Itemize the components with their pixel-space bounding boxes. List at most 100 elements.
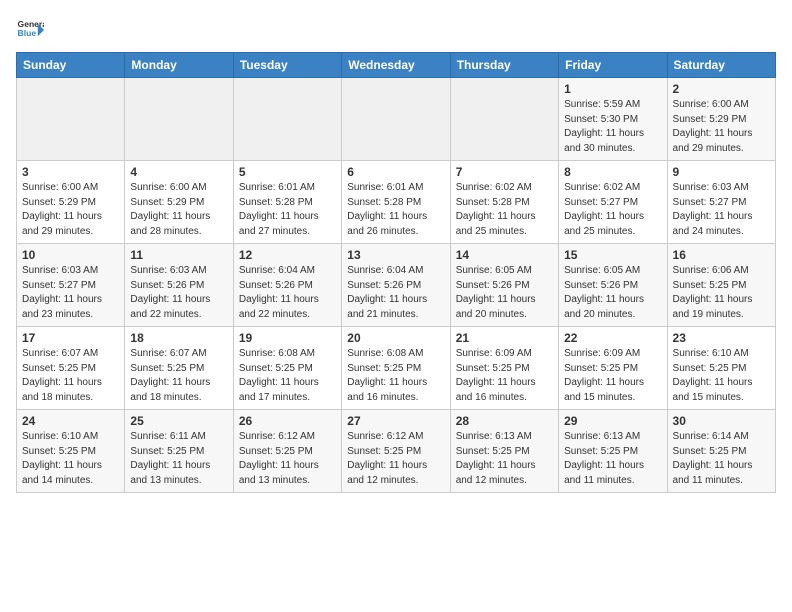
day-number: 4 <box>130 165 227 179</box>
logo-icon: General Blue <box>16 16 44 44</box>
day-info: Sunrise: 6:13 AM Sunset: 5:25 PM Dayligh… <box>564 430 661 488</box>
weekday-header-saturday: Saturday <box>667 53 775 78</box>
day-info: Sunrise: 6:04 AM Sunset: 5:26 PM Dayligh… <box>239 264 336 322</box>
day-number: 8 <box>564 165 661 179</box>
day-info: Sunrise: 5:59 AM Sunset: 5:30 PM Dayligh… <box>564 98 661 156</box>
day-number: 16 <box>673 248 770 262</box>
day-number: 13 <box>347 248 444 262</box>
day-info: Sunrise: 6:02 AM Sunset: 5:28 PM Dayligh… <box>456 181 553 239</box>
calendar-body: 1 Sunrise: 5:59 AM Sunset: 5:30 PM Daylig… <box>17 78 776 493</box>
week-row-2: 3Sunrise: 6:00 AM Sunset: 5:29 PM Daylig… <box>17 161 776 244</box>
day-info: Sunrise: 6:06 AM Sunset: 5:25 PM Dayligh… <box>673 264 770 322</box>
day-info: Sunrise: 6:00 AM Sunset: 5:29 PM Dayligh… <box>130 181 227 239</box>
calendar-cell: 30 Sunrise: 6:14 AM Sunset: 5:25 PM Dayli… <box>667 410 775 493</box>
day-info: Sunrise: 6:08 AM Sunset: 5:25 PM Dayligh… <box>347 347 444 405</box>
day-info: Sunrise: 6:01 AM Sunset: 5:28 PM Dayligh… <box>347 181 444 239</box>
day-number: 30 <box>673 414 770 428</box>
calendar-cell: 2Sunrise: 6:00 AM Sunset: 5:29 PM Daylig… <box>667 78 775 161</box>
day-number: 6 <box>347 165 444 179</box>
day-number: 18 <box>130 331 227 345</box>
calendar-cell: 9 Sunrise: 6:03 AM Sunset: 5:27 PM Daylig… <box>667 161 775 244</box>
day-info: Sunrise: 6:14 AM Sunset: 5:25 PM Dayligh… <box>673 430 770 488</box>
day-number: 19 <box>239 331 336 345</box>
weekday-header-sunday: Sunday <box>17 53 125 78</box>
day-number: 27 <box>347 414 444 428</box>
day-number: 7 <box>456 165 553 179</box>
day-info: Sunrise: 6:10 AM Sunset: 5:25 PM Dayligh… <box>22 430 119 488</box>
day-number: 23 <box>673 331 770 345</box>
calendar-cell: 3Sunrise: 6:00 AM Sunset: 5:29 PM Daylig… <box>17 161 125 244</box>
day-number: 20 <box>347 331 444 345</box>
calendar-cell: 18 Sunrise: 6:07 AM Sunset: 5:25 PM Dayli… <box>125 327 233 410</box>
calendar-cell: 13 Sunrise: 6:04 AM Sunset: 5:26 PM Dayli… <box>342 244 450 327</box>
calendar-cell: 6 Sunrise: 6:01 AM Sunset: 5:28 PM Daylig… <box>342 161 450 244</box>
calendar-cell: 12 Sunrise: 6:04 AM Sunset: 5:26 PM Dayli… <box>233 244 341 327</box>
day-number: 25 <box>130 414 227 428</box>
day-number: 11 <box>130 248 227 262</box>
calendar-cell: 7 Sunrise: 6:02 AM Sunset: 5:28 PM Daylig… <box>450 161 558 244</box>
day-info: Sunrise: 6:00 AM Sunset: 5:29 PM Dayligh… <box>673 98 770 156</box>
calendar-cell: 26 Sunrise: 6:12 AM Sunset: 5:25 PM Dayli… <box>233 410 341 493</box>
svg-text:Blue: Blue <box>18 28 37 38</box>
day-number: 10 <box>22 248 119 262</box>
page-header: General Blue <box>16 16 776 44</box>
calendar-cell: 21 Sunrise: 6:09 AM Sunset: 5:25 PM Dayli… <box>450 327 558 410</box>
calendar-cell <box>125 78 233 161</box>
day-info: Sunrise: 6:04 AM Sunset: 5:26 PM Dayligh… <box>347 264 444 322</box>
day-info: Sunrise: 6:12 AM Sunset: 5:25 PM Dayligh… <box>347 430 444 488</box>
calendar-cell: 5 Sunrise: 6:01 AM Sunset: 5:28 PM Daylig… <box>233 161 341 244</box>
weekday-header-row: SundayMondayTuesdayWednesdayThursdayFrid… <box>17 53 776 78</box>
day-info: Sunrise: 6:03 AM Sunset: 5:26 PM Dayligh… <box>130 264 227 322</box>
day-info: Sunrise: 6:02 AM Sunset: 5:27 PM Dayligh… <box>564 181 661 239</box>
day-info: Sunrise: 6:01 AM Sunset: 5:28 PM Dayligh… <box>239 181 336 239</box>
calendar-cell: 11 Sunrise: 6:03 AM Sunset: 5:26 PM Dayli… <box>125 244 233 327</box>
day-number: 17 <box>22 331 119 345</box>
calendar-cell: 20 Sunrise: 6:08 AM Sunset: 5:25 PM Dayli… <box>342 327 450 410</box>
calendar-cell: 25 Sunrise: 6:11 AM Sunset: 5:25 PM Dayli… <box>125 410 233 493</box>
weekday-header-friday: Friday <box>559 53 667 78</box>
calendar-cell: 23 Sunrise: 6:10 AM Sunset: 5:25 PM Dayli… <box>667 327 775 410</box>
day-number: 26 <box>239 414 336 428</box>
day-info: Sunrise: 6:10 AM Sunset: 5:25 PM Dayligh… <box>673 347 770 405</box>
day-number: 28 <box>456 414 553 428</box>
calendar-table: SundayMondayTuesdayWednesdayThursdayFrid… <box>16 52 776 493</box>
weekday-header-thursday: Thursday <box>450 53 558 78</box>
day-number: 9 <box>673 165 770 179</box>
day-info: Sunrise: 6:09 AM Sunset: 5:25 PM Dayligh… <box>564 347 661 405</box>
day-info: Sunrise: 6:09 AM Sunset: 5:25 PM Dayligh… <box>456 347 553 405</box>
day-info: Sunrise: 6:11 AM Sunset: 5:25 PM Dayligh… <box>130 430 227 488</box>
day-number: 1 <box>564 82 661 96</box>
day-number: 15 <box>564 248 661 262</box>
day-number: 12 <box>239 248 336 262</box>
week-row-1: 1 Sunrise: 5:59 AM Sunset: 5:30 PM Daylig… <box>17 78 776 161</box>
weekday-header-wednesday: Wednesday <box>342 53 450 78</box>
day-number: 22 <box>564 331 661 345</box>
day-number: 14 <box>456 248 553 262</box>
calendar-cell: 14Sunrise: 6:05 AM Sunset: 5:26 PM Dayli… <box>450 244 558 327</box>
calendar-cell: 15 Sunrise: 6:05 AM Sunset: 5:26 PM Dayli… <box>559 244 667 327</box>
calendar-cell: 10Sunrise: 6:03 AM Sunset: 5:27 PM Dayli… <box>17 244 125 327</box>
calendar-cell: 28 Sunrise: 6:13 AM Sunset: 5:25 PM Dayli… <box>450 410 558 493</box>
day-info: Sunrise: 6:03 AM Sunset: 5:27 PM Dayligh… <box>673 181 770 239</box>
calendar-cell: 29Sunrise: 6:13 AM Sunset: 5:25 PM Dayli… <box>559 410 667 493</box>
calendar-cell: 19 Sunrise: 6:08 AM Sunset: 5:25 PM Dayli… <box>233 327 341 410</box>
weekday-header-monday: Monday <box>125 53 233 78</box>
day-info: Sunrise: 6:05 AM Sunset: 5:26 PM Dayligh… <box>564 264 661 322</box>
calendar-cell <box>342 78 450 161</box>
day-info: Sunrise: 6:07 AM Sunset: 5:25 PM Dayligh… <box>130 347 227 405</box>
day-info: Sunrise: 6:12 AM Sunset: 5:25 PM Dayligh… <box>239 430 336 488</box>
week-row-4: 17 Sunrise: 6:07 AM Sunset: 5:25 PM Dayli… <box>17 327 776 410</box>
day-number: 5 <box>239 165 336 179</box>
day-info: Sunrise: 6:07 AM Sunset: 5:25 PM Dayligh… <box>22 347 119 405</box>
calendar-cell: 24 Sunrise: 6:10 AM Sunset: 5:25 PM Dayli… <box>17 410 125 493</box>
day-number: 21 <box>456 331 553 345</box>
calendar-cell: 22 Sunrise: 6:09 AM Sunset: 5:25 PM Dayli… <box>559 327 667 410</box>
logo: General Blue <box>16 16 44 44</box>
day-info: Sunrise: 6:08 AM Sunset: 5:25 PM Dayligh… <box>239 347 336 405</box>
day-info: Sunrise: 6:13 AM Sunset: 5:25 PM Dayligh… <box>456 430 553 488</box>
calendar-cell: 16 Sunrise: 6:06 AM Sunset: 5:25 PM Dayli… <box>667 244 775 327</box>
calendar-cell <box>233 78 341 161</box>
week-row-3: 10Sunrise: 6:03 AM Sunset: 5:27 PM Dayli… <box>17 244 776 327</box>
calendar-cell: 4 Sunrise: 6:00 AM Sunset: 5:29 PM Daylig… <box>125 161 233 244</box>
day-number: 24 <box>22 414 119 428</box>
